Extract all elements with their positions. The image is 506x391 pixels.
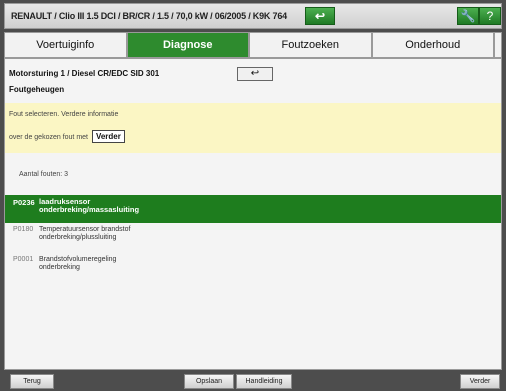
fault-desc-line2: onderbreking/plussluiting [39,234,117,241]
nav-back-button[interactable]: ↩ [237,67,273,81]
tab-onderhoud[interactable]: Onderhoud [371,32,494,58]
save-button[interactable]: Opslaan [184,374,234,389]
fault-description: Temperatuursensor brandstof onderbreking… [39,226,339,242]
fault-row-p0236[interactable]: P0236 laadruksensor onderbreking/massasl… [5,195,501,223]
module-title: Motorsturing 1 / Diesel CR/EDC SID 301 [9,69,160,78]
fault-list: P0236 laadruksensor onderbreking/massasl… [5,195,501,283]
section-title: Foutgeheugen [9,85,65,94]
fault-desc-line2: onderbreking [39,264,80,271]
info-text-line1: Fout selecteren. Verdere informatie [9,111,119,118]
fault-description: Brandstofvolumeregeling onderbreking [39,256,339,272]
app-frame: RENAULT / Clio III 1.5 DCI / BR/CR / 1.5… [0,0,506,391]
content-panel: Motorsturing 1 / Diesel CR/EDC SID 301 F… [4,58,502,370]
tab-diagnose[interactable]: Diagnose [126,32,249,58]
fault-code: P0236 [13,198,35,207]
wrench-icon: 🔧 [460,9,476,23]
settings-button[interactable]: 🔧 [457,7,479,25]
fault-row-p0001[interactable]: P0001 Brandstofvolumeregeling onderbreki… [5,253,501,283]
tab-foutzoeken[interactable]: Foutzoeken [249,32,372,58]
tab-voertuiginfo[interactable]: Voertuiginfo [4,32,127,58]
fault-desc-line1: Temperatuursensor brandstof [39,226,131,233]
help-icon: ? [486,9,494,23]
back-button[interactable]: Terug [10,374,54,389]
info-box: Fout selecteren. Verdere informatie over… [5,103,501,153]
help-button[interactable]: ? [479,7,501,25]
fault-code: P0001 [13,256,34,263]
fault-code: P0180 [13,226,34,233]
tab-overflow [494,32,502,58]
next-button[interactable]: Verder [460,374,500,389]
fault-description: laadruksensor onderbreking/massasluiting [39,198,339,214]
verder-inline-button[interactable]: Verder [91,130,125,143]
fault-count: Aantal fouten: 3 [19,171,69,178]
info-text-line2: over de gekozen fout met Verder [9,130,125,143]
undo-arrow-icon: ↩ [314,9,326,23]
footer-bar: Terug Opslaan Handleiding Verder [4,372,502,391]
title-bar: RENAULT / Clio III 1.5 DCI / BR/CR / 1.5… [4,3,502,29]
fault-row-p0180[interactable]: P0180 Temperatuursensor brandstof onderb… [5,223,501,253]
manual-button[interactable]: Handleiding [236,374,292,389]
info-text-line2-label: over de gekozen fout met [9,134,88,141]
undo-button[interactable]: ↩ [305,7,335,25]
vehicle-title: RENAULT / Clio III 1.5 DCI / BR/CR / 1.5… [11,11,287,21]
fault-desc-line2: onderbreking/massasluiting [39,205,140,214]
fault-desc-line1: Brandstofvolumeregeling [39,256,117,263]
tab-bar: Voertuiginfo Diagnose Foutzoeken Onderho… [4,32,502,58]
back-arrow-icon: ↩ [250,68,260,79]
